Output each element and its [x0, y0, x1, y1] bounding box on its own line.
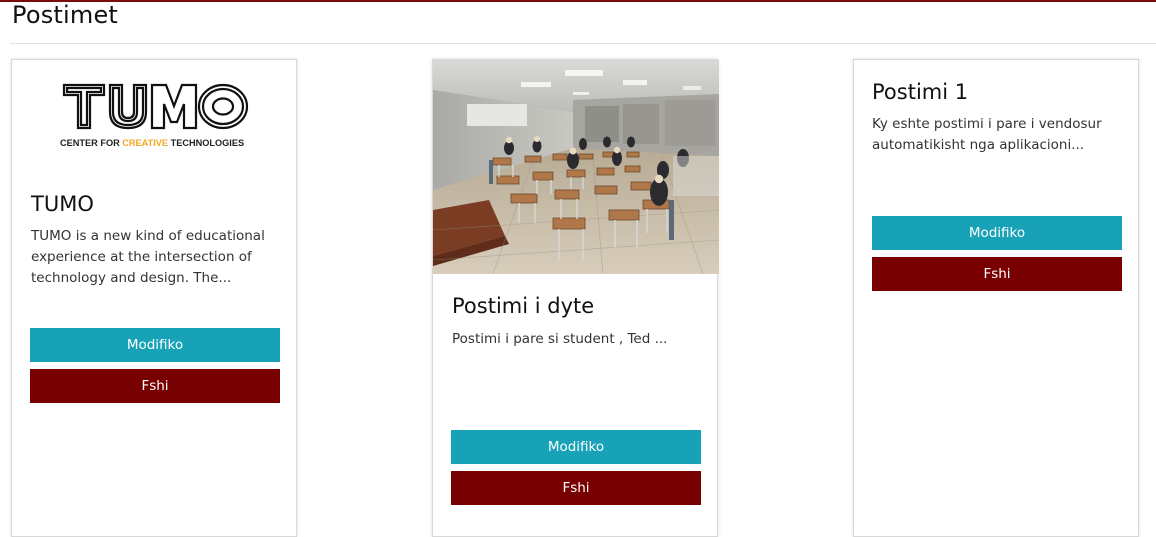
logo-tagline: CENTER FOR CREATIVE TECHNOLOGIES — [60, 138, 244, 148]
edit-post-button[interactable]: Modifiko — [451, 430, 701, 464]
post-photo-image — [433, 60, 719, 274]
post-card: Postimi i dyte Postimi i pare si student… — [432, 59, 719, 537]
post-title[interactable]: TUMO — [31, 191, 94, 217]
post-title[interactable]: Postimi i dyte — [452, 293, 594, 319]
title-divider — [10, 43, 1156, 44]
post-card: CENTER FOR CREATIVE TECHNOLOGIES TUMO TU… — [11, 59, 297, 537]
post-excerpt: Ky eshte postimi i pare i vendosur autom… — [872, 116, 1102, 153]
post-excerpt: TUMO is a new kind of educational experi… — [31, 228, 265, 286]
delete-post-button[interactable]: Fshi — [451, 471, 701, 505]
delete-post-button[interactable]: Fshi — [872, 257, 1122, 291]
edit-post-button[interactable]: Modifiko — [30, 328, 280, 362]
top-accent-rule — [0, 0, 1156, 2]
post-excerpt: Postimi i pare si student , Ted ... — [452, 331, 668, 347]
post-logo-image: CENTER FOR CREATIVE TECHNOLOGIES — [60, 82, 252, 152]
post-card: Postimi 1 Ky eshte postimi i pare i vend… — [853, 59, 1139, 537]
edit-post-button[interactable]: Modifiko — [872, 216, 1122, 250]
delete-post-button[interactable]: Fshi — [30, 369, 280, 403]
page-title: Postimet — [12, 1, 119, 29]
post-title[interactable]: Postimi 1 — [872, 79, 968, 105]
